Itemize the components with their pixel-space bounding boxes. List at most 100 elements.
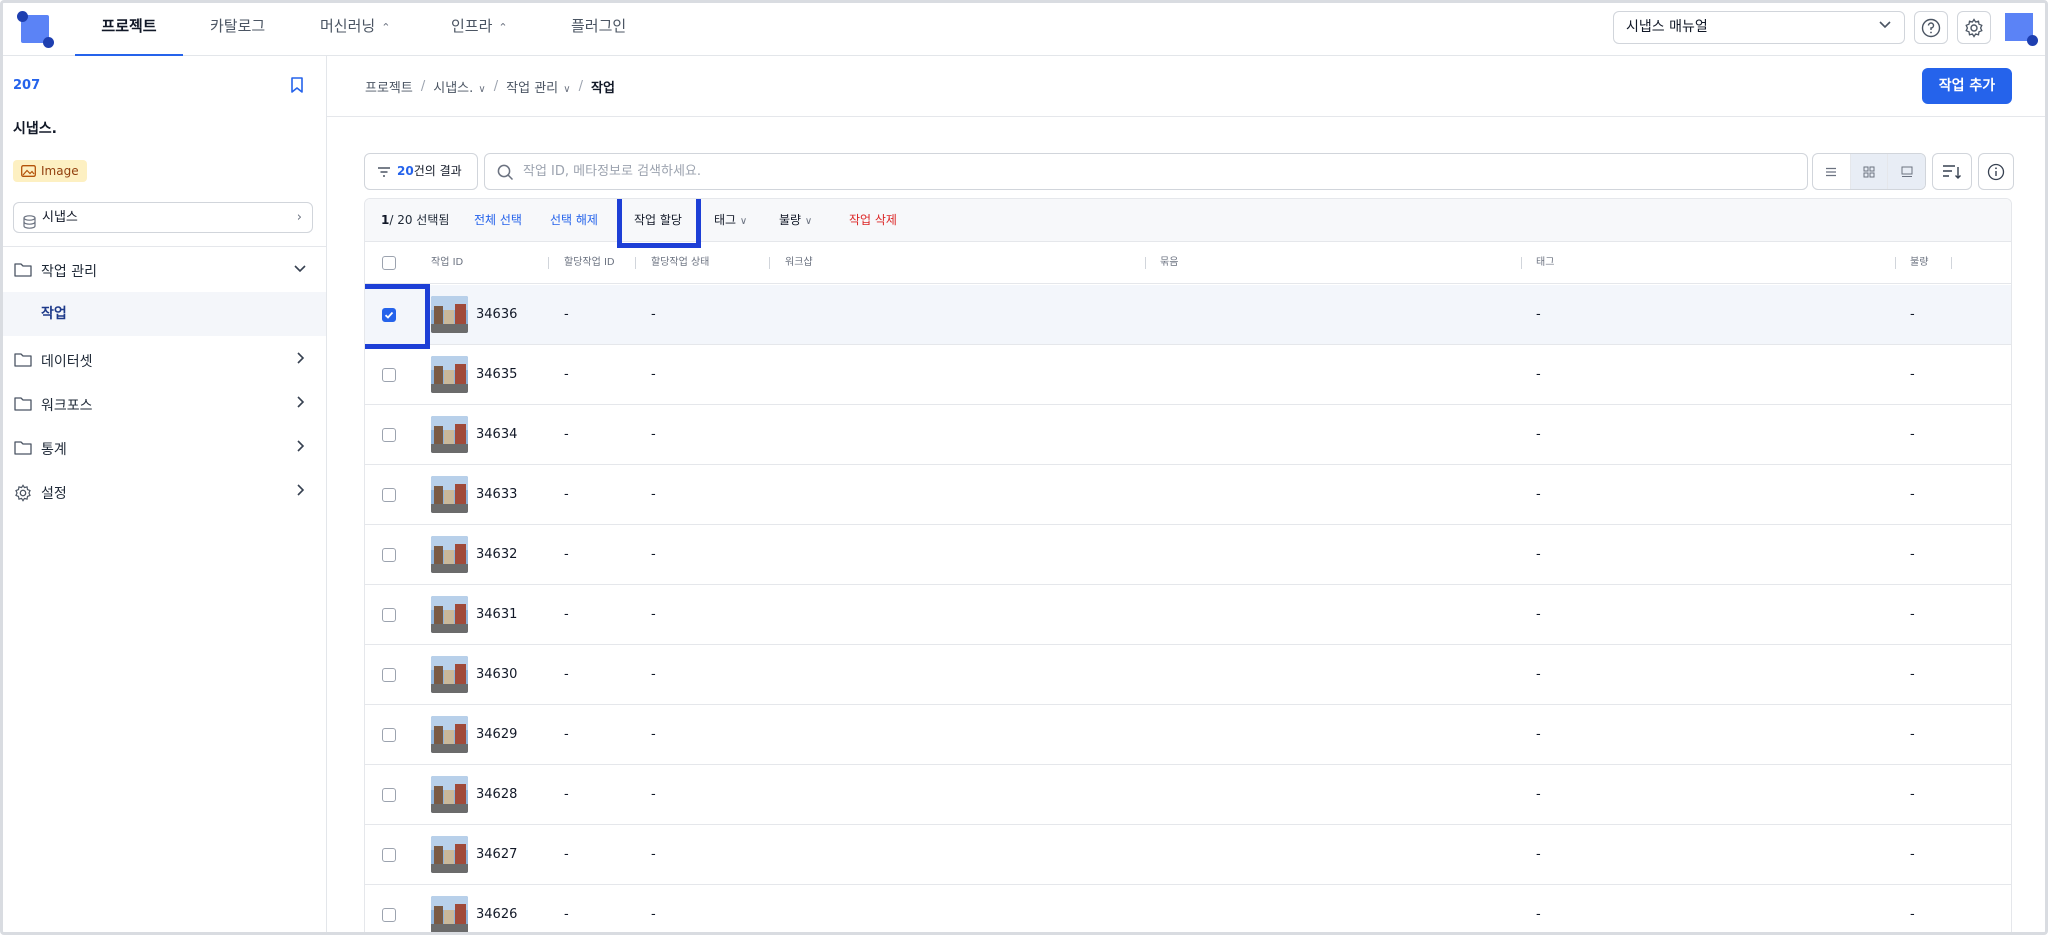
nav-tab-project[interactable]: 프로젝트 xyxy=(75,3,183,56)
grid-view-button[interactable] xyxy=(1850,154,1889,189)
assign-task-status: - xyxy=(651,427,656,442)
manual-select[interactable]: 시냅스 매뉴얼 xyxy=(1613,11,1905,44)
column-header[interactable]: 할당작업 상태 xyxy=(651,242,709,284)
breadcrumb-task-management[interactable]: 작업 관리 ∨ xyxy=(506,77,570,96)
info-button[interactable] xyxy=(1978,153,2014,190)
nav-tab-ml[interactable]: 머신러닝 ⌃ xyxy=(320,3,390,56)
search-icon xyxy=(497,164,514,181)
select-all-button[interactable]: 전체 선택 xyxy=(474,199,522,242)
list-view-button[interactable] xyxy=(1813,154,1851,189)
task-thumbnail[interactable] xyxy=(431,896,468,932)
column-header[interactable]: 작업 ID xyxy=(431,242,463,284)
row-checkbox[interactable] xyxy=(382,608,396,622)
table-row[interactable]: 34627 - - - - xyxy=(365,825,2011,885)
task-tag: - xyxy=(1536,607,1541,622)
task-thumbnail[interactable] xyxy=(431,536,468,573)
task-thumbnail[interactable] xyxy=(431,356,468,393)
task-id[interactable]: 34634 xyxy=(476,405,517,465)
search-field[interactable] xyxy=(484,153,1808,190)
task-thumbnail[interactable] xyxy=(431,776,468,813)
sidebar-item-task-management[interactable]: 작업 관리 xyxy=(3,252,326,288)
settings-button[interactable] xyxy=(1957,11,1991,44)
task-thumbnail[interactable] xyxy=(431,296,468,333)
table-row[interactable]: 34636 - - - - xyxy=(365,285,2011,345)
table-row[interactable]: 34629 - - - - xyxy=(365,705,2011,765)
breadcrumb: 프로젝트 / 시냅스. ∨ / 작업 관리 ∨ / 작업 xyxy=(365,77,615,96)
assign-task-status: - xyxy=(651,607,656,622)
data-type-badge: Image xyxy=(13,160,87,182)
table-row[interactable]: 34630 - - - - xyxy=(365,645,2011,705)
gallery-view-button[interactable] xyxy=(1888,154,1925,189)
sidebar-item-workforce[interactable]: 워크포스 xyxy=(3,386,326,422)
sidebar-item-settings[interactable]: 설정 xyxy=(3,474,326,510)
breadcrumb-synapse[interactable]: 시냅스. ∨ xyxy=(433,77,486,96)
column-header[interactable]: 태그 xyxy=(1536,242,1554,284)
task-id[interactable]: 34630 xyxy=(476,645,517,705)
task-defect: - xyxy=(1910,427,1915,442)
chevron-right-icon xyxy=(292,482,308,502)
row-checkbox[interactable] xyxy=(382,728,396,742)
bookmark-icon[interactable] xyxy=(289,76,305,98)
filter-button[interactable]: 20건의 결과 xyxy=(364,153,478,190)
row-checkbox[interactable] xyxy=(382,368,396,382)
defect-dropdown[interactable]: 불량 ∨ xyxy=(779,199,812,243)
task-thumbnail[interactable] xyxy=(431,476,468,513)
sidebar-item-dataset[interactable]: 데이터셋 xyxy=(3,342,326,378)
row-checkbox[interactable] xyxy=(382,668,396,682)
row-checkbox[interactable] xyxy=(382,788,396,802)
table-row[interactable]: 34626 - - - - xyxy=(365,885,2011,932)
row-checkbox[interactable] xyxy=(382,488,396,502)
delete-task-button[interactable]: 작업 삭제 xyxy=(849,199,897,242)
task-id[interactable]: 34628 xyxy=(476,765,517,825)
task-thumbnail[interactable] xyxy=(431,716,468,753)
column-header[interactable]: 워크샵 xyxy=(785,242,813,284)
sort-button[interactable] xyxy=(1932,153,1972,190)
table-row[interactable]: 34632 - - - - xyxy=(365,525,2011,585)
task-id[interactable]: 34636 xyxy=(476,285,517,345)
chevron-down-icon: ∨ xyxy=(739,216,748,227)
column-header[interactable]: 불량 xyxy=(1910,242,1928,284)
column-header[interactable]: 묶음 xyxy=(1160,242,1178,284)
task-thumbnail[interactable] xyxy=(431,596,468,633)
task-id[interactable]: 34631 xyxy=(476,585,517,645)
tag-dropdown[interactable]: 태그 ∨ xyxy=(714,199,747,243)
row-checkbox[interactable] xyxy=(382,848,396,862)
search-input[interactable] xyxy=(523,154,1793,189)
table-row[interactable]: 34633 - - - - xyxy=(365,465,2011,525)
task-id[interactable]: 34633 xyxy=(476,465,517,525)
task-thumbnail[interactable] xyxy=(431,836,468,873)
nav-tab-plugin[interactable]: 플러그인 xyxy=(571,3,626,56)
task-id[interactable]: 34635 xyxy=(476,345,517,405)
task-id[interactable]: 34629 xyxy=(476,705,517,765)
table-row[interactable]: 34635 - - - - xyxy=(365,345,2011,405)
help-button[interactable] xyxy=(1914,11,1948,44)
task-defect: - xyxy=(1910,727,1915,742)
task-id[interactable]: 34627 xyxy=(476,825,517,885)
sidebar-item-statistics[interactable]: 통계 xyxy=(3,430,326,466)
dataset-select[interactable]: 시냅스 › xyxy=(13,202,313,233)
row-checkbox[interactable] xyxy=(382,908,396,922)
task-defect: - xyxy=(1910,547,1915,562)
avatar[interactable] xyxy=(2001,9,2039,47)
add-task-button[interactable]: 작업 추가 xyxy=(1922,68,2012,104)
sidebar-subitem-task[interactable]: 작업 xyxy=(3,292,326,336)
table-row[interactable]: 34634 - - - - xyxy=(365,405,2011,465)
task-defect: - xyxy=(1910,787,1915,802)
app-logo[interactable] xyxy=(17,11,54,48)
table-row[interactable]: 34631 - - - - xyxy=(365,585,2011,645)
task-id[interactable]: 34632 xyxy=(476,525,517,585)
row-checkbox[interactable] xyxy=(382,428,396,442)
breadcrumb-project[interactable]: 프로젝트 xyxy=(365,77,413,96)
nav-tab-catalog[interactable]: 카탈로그 xyxy=(210,3,265,56)
table-row[interactable]: 34628 - - - - xyxy=(365,765,2011,825)
task-thumbnail[interactable] xyxy=(431,416,468,453)
task-id[interactable]: 34626 xyxy=(476,885,517,932)
nav-tab-infra[interactable]: 인프라 ⌃ xyxy=(451,3,508,56)
deselect-button[interactable]: 선택 해제 xyxy=(550,199,598,242)
task-thumbnail[interactable] xyxy=(431,656,468,693)
select-all-checkbox[interactable] xyxy=(382,256,396,270)
row-checkbox[interactable] xyxy=(382,548,396,562)
column-header[interactable]: 할당작업 ID xyxy=(564,242,615,284)
assign-task-status: - xyxy=(651,547,656,562)
task-tag: - xyxy=(1536,487,1541,502)
